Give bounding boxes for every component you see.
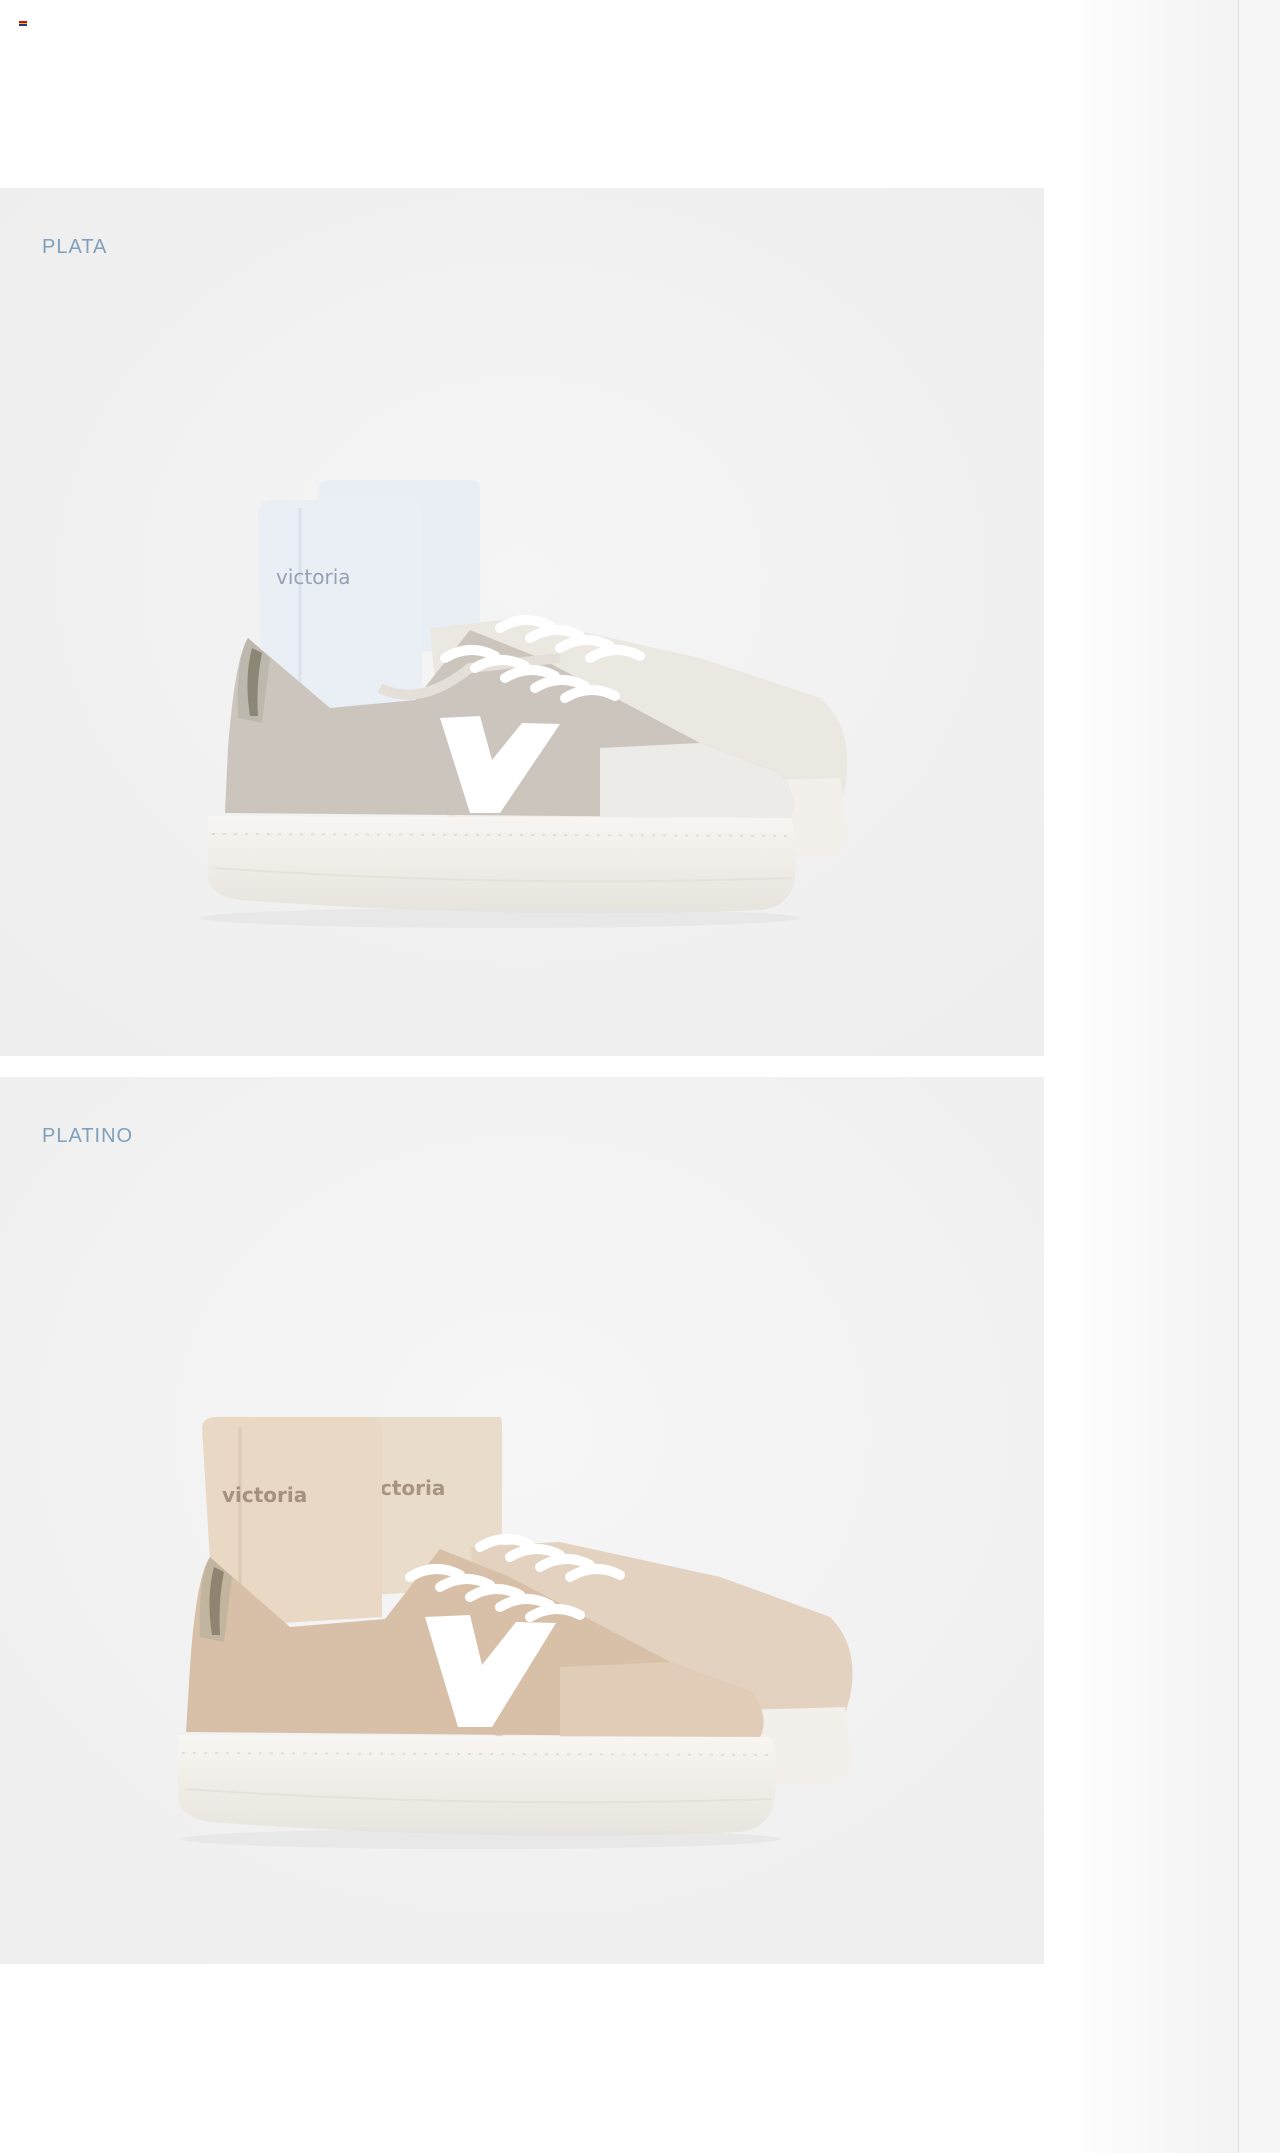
language-flag-icon[interactable] bbox=[19, 21, 27, 26]
color-label: PLATINO bbox=[42, 1125, 134, 1147]
svg-text:victoria: victoria bbox=[276, 565, 351, 589]
svg-text:victoria: victoria bbox=[222, 1483, 307, 1507]
product-card-plata[interactable]: ia victoria bbox=[0, 188, 1044, 1056]
side-panel-overlay bbox=[1060, 0, 1238, 2153]
scrollbar[interactable] bbox=[1238, 0, 1280, 2153]
product-page: ia victoria bbox=[0, 0, 1280, 2153]
color-label: PLATA bbox=[42, 236, 108, 258]
product-card-platino[interactable]: ctoria victoria PLATINO bbox=[0, 1077, 1044, 1964]
product-image[interactable]: ia victoria bbox=[0, 188, 1044, 1056]
svg-text:ctoria: ctoria bbox=[380, 1476, 445, 1500]
product-image[interactable]: ctoria victoria bbox=[0, 1077, 1044, 1964]
